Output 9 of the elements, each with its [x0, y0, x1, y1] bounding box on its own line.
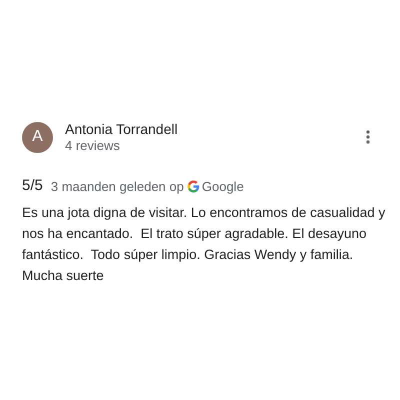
review-text: Es una jota digna de visitar. Lo encontramos de casualidad y nos ha encantado. El trato súper agradable. El desayuno fantástico. Todo súper limpio. Gracias Wendy y familia. Mucha suerte — [22, 204, 386, 284]
source-label: Google — [202, 178, 244, 196]
more-options-icon[interactable] — [366, 130, 370, 144]
review-time: 3 maanden geleden op — [50, 178, 184, 196]
rating: 5/5 — [22, 176, 43, 196]
author-name: Antonia Torrandell — [65, 120, 178, 138]
review-count: 4 reviews — [65, 138, 121, 154]
avatar: A — [22, 122, 53, 152]
google-logo-icon — [186, 180, 200, 193]
